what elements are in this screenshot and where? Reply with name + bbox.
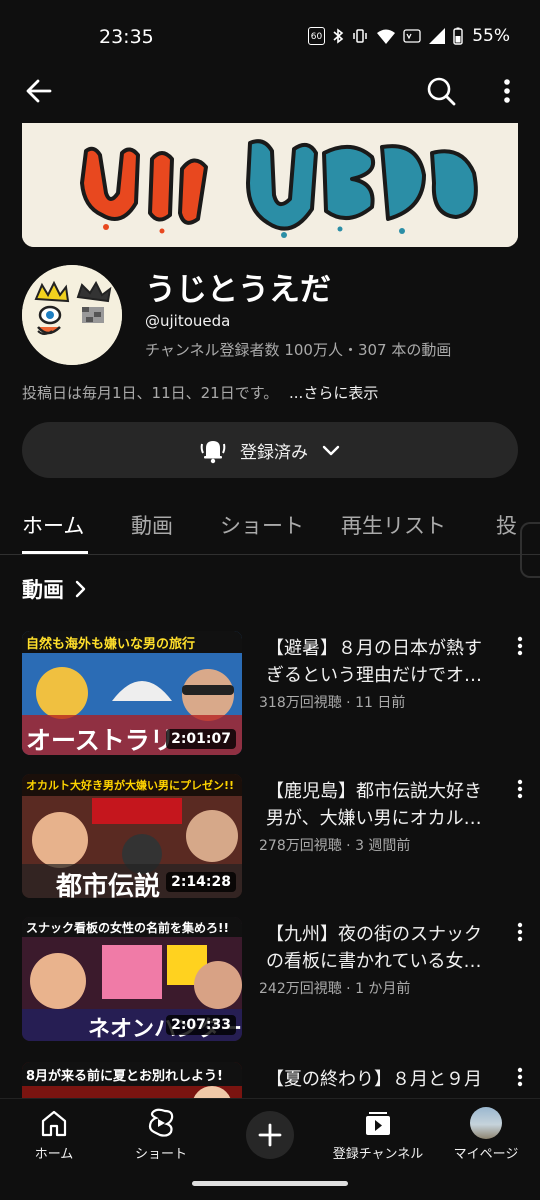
thumbnail-caption: オカルト大好き男が大嫌い男にプレゼン!! [26, 779, 235, 792]
video-meta: 278万回視聴 · 3 週間前 [259, 838, 411, 854]
chevron-down-icon [322, 445, 340, 456]
channel-name: うじとうえだ [145, 272, 331, 308]
video-title[interactable]: 【夏の終わり】８月と９月 [266, 1066, 498, 1093]
video-duration: 2:07:33 [166, 1015, 236, 1035]
channel-stats: チャンネル登録者数 100万人・307 本の動画 [145, 341, 452, 359]
tab-posts[interactable]: 投 [496, 510, 517, 540]
video-title[interactable]: 【避暑】８月の日本が熱すぎるという理由だけでオ… [266, 635, 498, 689]
videos-section-header[interactable]: 動画 [22, 574, 88, 604]
nav-you-label: マイページ [453, 1147, 519, 1162]
status-time: 23:35 [99, 26, 154, 48]
plus-icon [258, 1123, 282, 1147]
chevron-right-icon [75, 580, 86, 598]
section-title: 動画 [22, 578, 64, 602]
video-title[interactable]: 【鹿児島】都市伝説大好き男が、大嫌い男にオカル… [266, 778, 498, 832]
back-arrow-icon[interactable] [22, 74, 56, 108]
subscriptions-icon [366, 1112, 390, 1135]
video-meta: 318万回視聴 · 11 日前 [259, 695, 406, 711]
more-vert-icon[interactable] [512, 635, 528, 657]
thumbnail-caption: スナック看板の女性の名前を集めろ!! [26, 921, 229, 935]
channel-avatar-illustration [22, 265, 122, 365]
more-vert-icon[interactable] [512, 778, 528, 800]
subscribed-button[interactable]: 登録済み [22, 422, 518, 478]
side-edge-handle [520, 522, 540, 578]
nav-subscriptions[interactable]: 登録チャンネル [328, 1107, 428, 1162]
show-more-link[interactable]: ...さらに表示 [289, 384, 378, 402]
battery-percent: 55% [472, 26, 510, 46]
top-bar [0, 70, 540, 112]
channel-description-text: 投稿日は毎月1日、11日、21日です。 [22, 384, 279, 402]
gesture-bar[interactable] [192, 1181, 348, 1186]
bell-icon [200, 441, 226, 464]
nav-shorts-label: ショート [134, 1147, 187, 1162]
video-thumbnail[interactable]: 自然も海外も嫌いな男の旅行 オーストラリ 2:01:07 [22, 631, 242, 755]
tab-home[interactable]: ホーム [22, 510, 84, 540]
shorts-icon [148, 1108, 174, 1137]
video-item[interactable]: スナック看板の女性の名前を集めろ!! ネオンハンター 2:07:33 【九州】夜… [22, 917, 523, 1041]
channel-tabs: ホーム 動画 ショート 再生リスト 投 [0, 500, 540, 555]
video-duration: 2:01:07 [166, 729, 236, 749]
thumbnail-big-text: 都市伝説 [56, 872, 161, 898]
active-tab-indicator [22, 551, 88, 554]
status-bar: 23:35 60 55% [0, 0, 540, 70]
thumbnail-caption: 自然も海外も嫌いな男の旅行 [26, 637, 196, 652]
create-button[interactable] [246, 1111, 294, 1159]
status-icons: 60 55% [307, 26, 510, 46]
cell-signal-icon [429, 28, 446, 44]
banner-logo-graffiti [22, 123, 518, 247]
channel-avatar[interactable] [22, 265, 122, 365]
search-icon[interactable] [424, 74, 458, 108]
video-item[interactable]: オカルト大好き男が大嫌い男にプレゼン!! 都市伝説 2:14:28 【鹿児島】都… [22, 774, 523, 898]
video-item[interactable]: 自然も海外も嫌いな男の旅行 オーストラリ 2:01:07 【避暑】８月の日本が熱… [22, 631, 523, 755]
avatar [470, 1107, 502, 1139]
home-icon [41, 1110, 67, 1137]
more-vert-icon[interactable] [512, 1066, 528, 1088]
thumbnail-big-text: オーストラリ [26, 726, 175, 755]
nav-you[interactable]: マイページ [436, 1107, 536, 1162]
battery-icon [453, 27, 463, 45]
thumbnail-caption: 8月が来る前に夏とお別れしよう! [26, 1069, 223, 1084]
video-meta: 242万回視聴 · 1 か月前 [259, 981, 411, 997]
refresh-rate-icon: 60 [307, 27, 326, 45]
nav-subscriptions-label: 登録チャンネル [332, 1147, 424, 1162]
channel-banner [22, 123, 518, 247]
bluetooth-icon [333, 28, 344, 44]
volte-icon [403, 29, 421, 43]
tab-videos[interactable]: 動画 [131, 510, 173, 540]
subscribed-label: 登録済み [240, 442, 308, 463]
channel-handle: @ujitoueda [145, 312, 231, 330]
vibrate-icon [353, 29, 367, 43]
more-vert-icon[interactable] [512, 921, 528, 943]
tab-shorts[interactable]: ショート [220, 510, 304, 540]
tab-playlists[interactable]: 再生リスト [341, 510, 446, 540]
wifi-icon [377, 29, 396, 44]
video-duration: 2:14:28 [166, 872, 236, 892]
nav-home-label: ホーム [34, 1147, 74, 1162]
nav-shorts[interactable]: ショート [111, 1107, 211, 1162]
video-title[interactable]: 【九州】夜の街のスナックの看板に書かれている女… [266, 921, 498, 975]
nav-home[interactable]: ホーム [4, 1107, 104, 1162]
video-thumbnail[interactable]: オカルト大好き男が大嫌い男にプレゼン!! 都市伝説 2:14:28 [22, 774, 242, 898]
more-vert-icon[interactable] [496, 74, 518, 108]
video-thumbnail[interactable]: スナック看板の女性の名前を集めろ!! ネオンハンター 2:07:33 [22, 917, 242, 1041]
channel-description[interactable]: 投稿日は毎月1日、11日、21日です。 ...さらに表示 [22, 382, 378, 403]
